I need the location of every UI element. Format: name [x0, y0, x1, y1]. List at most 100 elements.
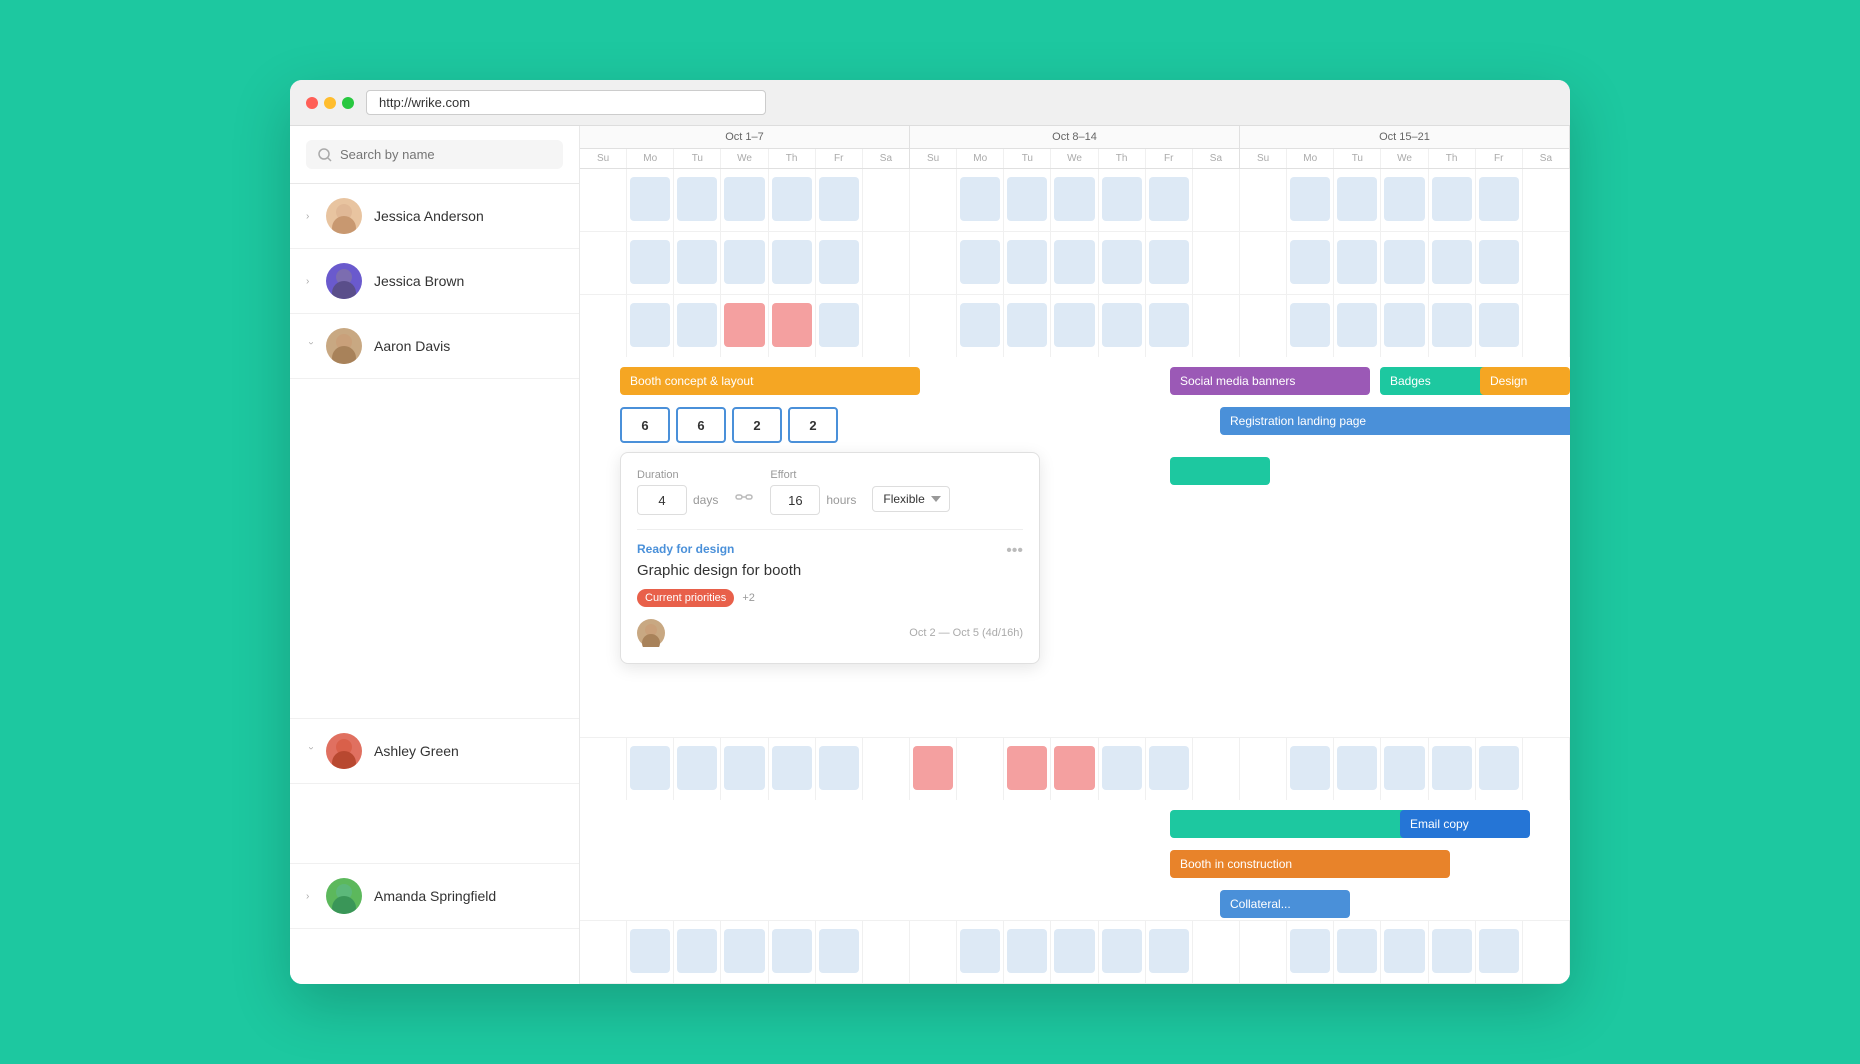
ashley-gantt-area: Booth in construction Collateral... Emai…	[580, 800, 1570, 920]
cell	[1240, 921, 1287, 983]
tag-current-priorities[interactable]: Current priorities	[637, 589, 734, 607]
cell	[816, 295, 863, 357]
day-input-2[interactable]	[676, 407, 726, 443]
search-container	[290, 126, 579, 184]
day-input-1[interactable]	[620, 407, 670, 443]
gantt-bar-collateral[interactable]: Collateral...	[1220, 890, 1350, 918]
cell	[580, 738, 627, 800]
avatar-aaron-davis	[326, 328, 362, 364]
cell	[1051, 921, 1098, 983]
sidebar-item-ashley-green[interactable]: › Ashley Green	[290, 719, 579, 784]
row-cells	[580, 921, 1570, 983]
day-mo3: Mo	[1287, 149, 1334, 168]
day-we: We	[721, 149, 768, 168]
week-label-oct15: Oct 15–21	[1240, 126, 1569, 149]
gantt-bar-registration[interactable]: Registration landing page	[1220, 407, 1570, 435]
cell	[816, 738, 863, 800]
cell	[769, 921, 816, 983]
gantt-bar-booth-construction[interactable]: Booth in construction	[1170, 850, 1450, 878]
cell	[1334, 169, 1381, 231]
cell	[627, 232, 674, 294]
cell	[580, 169, 627, 231]
cell	[910, 232, 957, 294]
cell	[1523, 738, 1570, 800]
sidebar-item-aaron-davis[interactable]: › Aaron Davis	[290, 314, 579, 379]
day-tu: Tu	[674, 149, 721, 168]
cell	[674, 295, 721, 357]
task-avatar	[637, 619, 665, 647]
chevron-down-icon: ›	[306, 746, 317, 756]
week-header-oct15: Oct 15–21 Su Mo Tu We Th Fr Sa	[1240, 126, 1570, 168]
sidebar-item-jessica-anderson[interactable]: › Jessica Anderson	[290, 184, 579, 249]
row-cells	[580, 232, 1570, 294]
cell	[1004, 169, 1051, 231]
dots-menu-icon[interactable]: •••	[1006, 542, 1023, 560]
duration-effort-panel: Duration days	[620, 452, 1040, 664]
cell	[721, 295, 768, 357]
duration-input[interactable]	[637, 485, 687, 515]
chevron-right-icon: ›	[306, 276, 316, 287]
chevron-right-icon: ›	[306, 891, 316, 902]
task-info: Ready for design Graphic design for boot…	[637, 542, 801, 589]
cell	[1099, 232, 1146, 294]
person-name-ashley-green: Ashley Green	[374, 743, 459, 759]
avatar-jessica-anderson	[326, 198, 362, 234]
app-container: › Jessica Anderson › Jessica Brown ›	[290, 126, 1570, 984]
sidebar-item-jessica-brown[interactable]: › Jessica Brown	[290, 249, 579, 314]
gantt-bar-email-copy[interactable]: Email copy	[1400, 810, 1530, 838]
sidebar: › Jessica Anderson › Jessica Brown ›	[290, 126, 580, 984]
person-name-amanda-springfield: Amanda Springfield	[374, 888, 496, 904]
cell	[863, 232, 910, 294]
gantt-bar-booth-concept[interactable]: Booth concept & layout	[620, 367, 920, 395]
week-header-oct1: Oct 1–7 Su Mo Tu We Th Fr Sa	[580, 126, 910, 168]
week-label-oct8: Oct 8–14	[910, 126, 1239, 149]
effort-input[interactable]	[770, 485, 820, 515]
traffic-lights	[306, 97, 354, 109]
cell	[1051, 169, 1098, 231]
search-icon	[318, 148, 332, 162]
avatar-jessica-brown	[326, 263, 362, 299]
main-content: Oct 1–7 Su Mo Tu We Th Fr Sa Oct 8–14	[580, 126, 1570, 984]
browser-chrome: http://wrike.com	[290, 80, 1570, 126]
maximize-button[interactable]	[342, 97, 354, 109]
cell	[1429, 921, 1476, 983]
cell	[1523, 169, 1570, 231]
week-label-oct1: Oct 1–7	[580, 126, 909, 149]
cell	[1051, 295, 1098, 357]
gantt-bar-social-media[interactable]: Social media banners	[1170, 367, 1370, 395]
cell	[674, 232, 721, 294]
search-input[interactable]	[340, 147, 551, 162]
duration-unit: days	[693, 493, 718, 507]
cell	[769, 232, 816, 294]
week-header-oct8: Oct 8–14 Su Mo Tu We Th Fr Sa	[910, 126, 1240, 168]
chevron-right-icon: ›	[306, 211, 316, 222]
gantt-bar-design[interactable]: Design	[1480, 367, 1570, 395]
cell	[1193, 921, 1240, 983]
close-button[interactable]	[306, 97, 318, 109]
cell	[1381, 295, 1428, 357]
search-input-wrap[interactable]	[306, 140, 563, 169]
link-icon[interactable]	[734, 487, 754, 512]
week-days-oct1: Su Mo Tu We Th Fr Sa	[580, 149, 909, 168]
flexibility-select[interactable]: Flexible Fixed ASAP	[872, 486, 950, 512]
address-bar[interactable]: http://wrike.com	[366, 90, 766, 115]
cell	[1287, 295, 1334, 357]
cell	[1429, 232, 1476, 294]
task-title: Graphic design for booth	[637, 562, 801, 579]
duration-field-group: Duration days	[637, 469, 718, 515]
cell	[1334, 738, 1381, 800]
minimize-button[interactable]	[324, 97, 336, 109]
cell	[1146, 232, 1193, 294]
day-input-4[interactable]	[788, 407, 838, 443]
cell	[1287, 738, 1334, 800]
day-input-3[interactable]	[732, 407, 782, 443]
cell	[816, 232, 863, 294]
person-name-jessica-anderson: Jessica Anderson	[374, 208, 484, 224]
cell	[627, 295, 674, 357]
cell	[1381, 921, 1428, 983]
sidebar-item-amanda-springfield[interactable]: › Amanda Springfield	[290, 864, 579, 929]
effort-unit: hours	[826, 493, 856, 507]
day-th: Th	[769, 149, 816, 168]
people-list: › Jessica Anderson › Jessica Brown ›	[290, 184, 579, 929]
cell	[1240, 232, 1287, 294]
